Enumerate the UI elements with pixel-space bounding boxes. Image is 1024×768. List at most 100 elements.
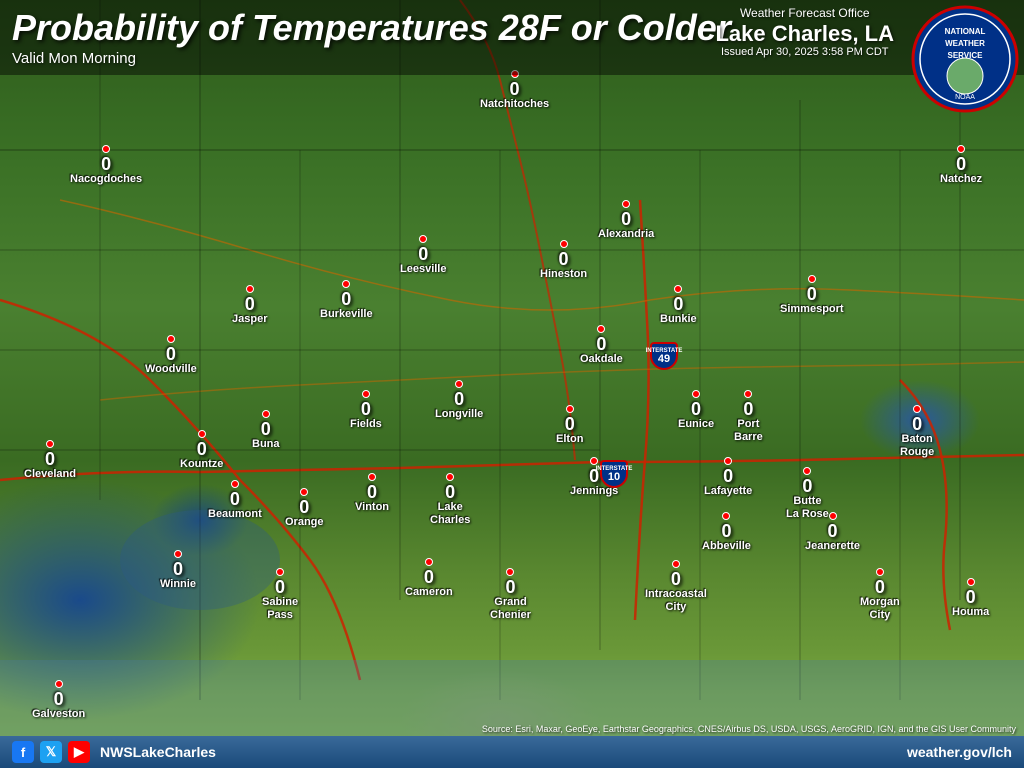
city-dot xyxy=(425,558,433,566)
city-label: 0Natchitoches xyxy=(480,70,549,111)
svg-text:NATIONAL: NATIONAL xyxy=(945,27,986,36)
city-label: 0Eunice xyxy=(678,390,714,431)
city-dot xyxy=(446,473,454,481)
facebook-icon: f xyxy=(12,741,34,763)
city-name: Hineston xyxy=(540,268,587,281)
city-label: 0BatonRouge xyxy=(900,405,934,459)
city-label: 0Longville xyxy=(435,380,483,421)
city-name: Woodville xyxy=(145,363,197,376)
city-probability: 0 xyxy=(54,690,64,708)
city-name: Natchitoches xyxy=(480,98,549,111)
city-label: 0Natchez xyxy=(940,145,982,186)
city-name: Galveston xyxy=(32,708,85,721)
city-probability: 0 xyxy=(875,578,885,596)
city-dot xyxy=(724,457,732,465)
city-dot xyxy=(808,275,816,283)
city-name: IntracoastalCity xyxy=(645,588,707,614)
city-probability: 0 xyxy=(101,155,111,173)
city-probability: 0 xyxy=(261,420,271,438)
city-probability: 0 xyxy=(807,285,817,303)
city-name: PortBarre xyxy=(734,418,763,444)
city-probability: 0 xyxy=(691,400,701,418)
city-label: 0Woodville xyxy=(145,335,197,376)
city-probability: 0 xyxy=(454,390,464,408)
city-label: 0Cleveland xyxy=(24,440,76,481)
city-dot xyxy=(674,285,682,293)
city-label: 0Buna xyxy=(252,410,280,451)
city-name: Winnie xyxy=(160,578,196,591)
city-name: MorganCity xyxy=(860,596,900,622)
city-probability: 0 xyxy=(418,245,428,263)
city-name: SabinePass xyxy=(262,596,298,622)
city-name: Eunice xyxy=(678,418,714,431)
city-dot xyxy=(744,390,752,398)
city-label: 0IntracoastalCity xyxy=(645,560,707,614)
city-probability: 0 xyxy=(828,522,838,540)
city-probability: 0 xyxy=(721,522,731,540)
footer-bar: f 𝕏 ▶ NWSLakeCharles weather.gov/lch xyxy=(0,736,1024,768)
city-dot xyxy=(167,335,175,343)
city-label: 0Cameron xyxy=(405,558,453,599)
city-probability: 0 xyxy=(621,210,631,228)
city-name: LakeCharles xyxy=(430,501,470,527)
city-label: 0Houma xyxy=(952,578,989,619)
city-dot xyxy=(262,410,270,418)
city-label: 0Leesville xyxy=(400,235,446,276)
city-dot xyxy=(342,280,350,288)
city-dot xyxy=(876,568,884,576)
city-probability: 0 xyxy=(245,295,255,313)
city-label: 0Orange xyxy=(285,488,324,529)
city-label: 0Nacogdoches xyxy=(70,145,142,186)
city-probability: 0 xyxy=(341,290,351,308)
city-name: Houma xyxy=(952,606,989,619)
city-name: Elton xyxy=(556,433,584,446)
city-dot xyxy=(597,325,605,333)
city-dot xyxy=(368,473,376,481)
city-label: 0Abbeville xyxy=(702,512,751,553)
website-url: weather.gov/lch xyxy=(907,744,1012,760)
city-dot xyxy=(419,235,427,243)
city-name: Simmesport xyxy=(780,303,844,316)
city-name: Jasper xyxy=(232,313,267,326)
city-probability: 0 xyxy=(173,560,183,578)
city-name: Orange xyxy=(285,516,324,529)
city-label: 0Beaumont xyxy=(208,480,262,521)
city-probability: 0 xyxy=(723,467,733,485)
city-dot xyxy=(622,200,630,208)
city-probability: 0 xyxy=(912,415,922,433)
twitter-icon: 𝕏 xyxy=(40,741,62,763)
city-probability: 0 xyxy=(197,440,207,458)
city-name: Leesville xyxy=(400,263,446,276)
city-name: Buna xyxy=(252,438,280,451)
city-label: 0PortBarre xyxy=(734,390,763,444)
city-probability: 0 xyxy=(45,450,55,468)
youtube-icon: ▶ xyxy=(68,741,90,763)
city-label: 0Jeanerette xyxy=(805,512,860,553)
city-label: 0Burkeville xyxy=(320,280,373,321)
city-name: Nacogdoches xyxy=(70,173,142,186)
city-label: 0Simmesport xyxy=(780,275,844,316)
city-name: Fields xyxy=(350,418,382,431)
city-label: 0MorganCity xyxy=(860,568,900,622)
city-dot xyxy=(46,440,54,448)
city-dot xyxy=(566,405,574,413)
city-probability: 0 xyxy=(966,588,976,606)
nws-office-info: Weather Forecast Office Lake Charles, LA… xyxy=(715,6,894,58)
city-label: 0Kountze xyxy=(180,430,223,471)
roads-overlay xyxy=(0,0,1024,768)
city-probability: 0 xyxy=(361,400,371,418)
city-name: Alexandria xyxy=(598,228,654,241)
city-name: Natchez xyxy=(940,173,982,186)
nws-office-name: Lake Charles, LA xyxy=(715,22,894,46)
city-label: 0LakeCharles xyxy=(430,473,470,527)
city-name: Longville xyxy=(435,408,483,421)
city-probability: 0 xyxy=(510,80,520,98)
city-dot xyxy=(967,578,975,586)
city-name: Kountze xyxy=(180,458,223,471)
city-dot xyxy=(829,512,837,520)
city-dot xyxy=(362,390,370,398)
city-dot xyxy=(246,285,254,293)
city-name: Jeanerette xyxy=(805,540,860,553)
city-probability: 0 xyxy=(743,400,753,418)
city-probability: 0 xyxy=(299,498,309,516)
